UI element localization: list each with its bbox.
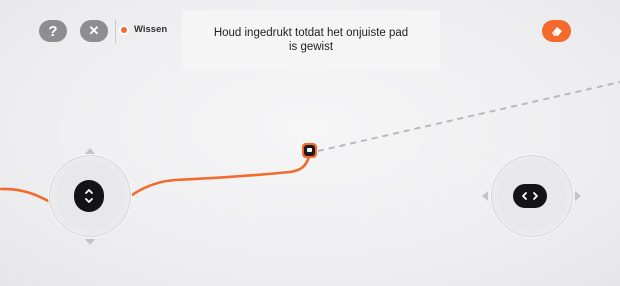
erase-mode-dot [121, 26, 127, 33]
left-right-chevron-icon [522, 192, 538, 200]
robot-icon [302, 143, 317, 158]
joystick-down-arrow-icon [85, 239, 95, 245]
instruction-banner: Houd ingedrukt totdat het onjuiste pad i… [182, 10, 440, 70]
planned-path-dashed [317, 81, 620, 152]
vertical-joystick-knob[interactable] [74, 180, 104, 212]
question-icon: ? [48, 22, 58, 40]
toolbar-divider [115, 19, 116, 43]
eraser-icon [551, 27, 562, 36]
joystick-right-arrow-icon [575, 191, 581, 201]
instruction-text: Houd ingedrukt totdat het onjuiste pad i… [213, 27, 409, 53]
drawn-path [0, 155, 311, 216]
close-button[interactable]: ✕ [80, 20, 108, 42]
erase-mode-indicator[interactable]: Wissen [121, 24, 167, 35]
eraser-button[interactable] [542, 20, 571, 42]
joystick-up-arrow-icon [85, 148, 95, 154]
up-down-chevron-icon [85, 189, 93, 203]
close-icon: ✕ [88, 23, 100, 38]
horizontal-joystick-knob[interactable] [513, 184, 547, 208]
erase-mode-label: Wissen [134, 24, 168, 35]
joystick-left-arrow-icon [482, 191, 488, 201]
help-button[interactable]: ? [39, 20, 67, 42]
